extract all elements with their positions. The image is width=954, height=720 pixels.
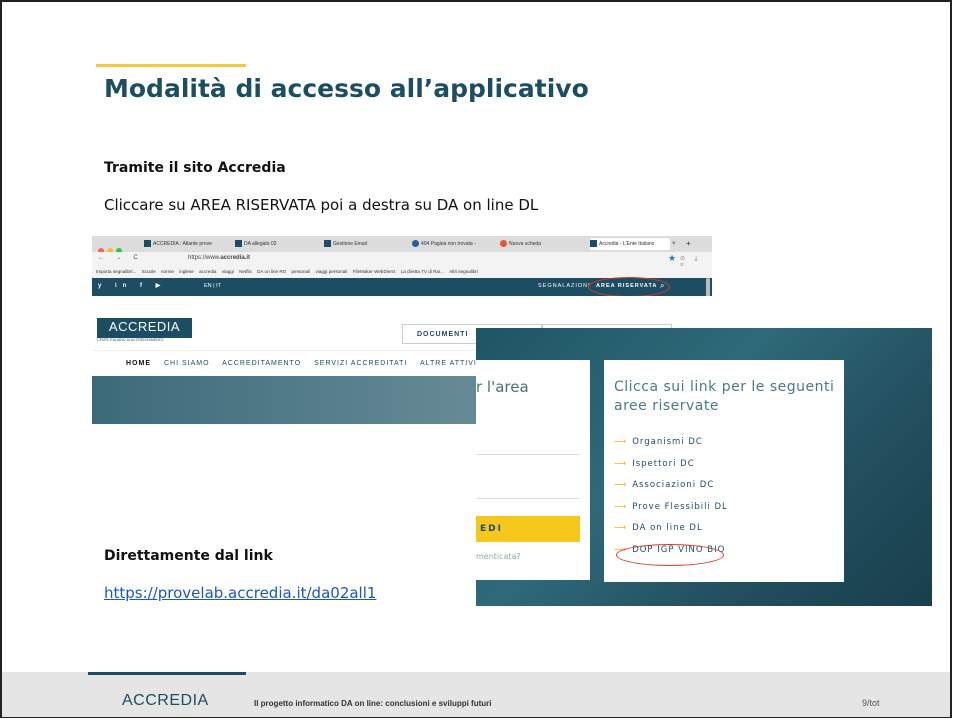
logo-subtitle: L'ENTE ITALIANO DI ACCREDITAMENTO [97,338,164,342]
bookmark-item[interactable]: viaggi [222,269,234,274]
arrow-right-icon: ⟶ [614,523,628,533]
browser-tab[interactable]: Nuova scheda [500,238,584,250]
bookmark-item[interactable]: Scuole [142,269,156,274]
arrow-right-icon: ⟶ [614,437,628,447]
site-top-bar: y in f ▶ EN | IT SEGNALAZIONI AREA RISER… [92,277,712,297]
footer-accent-line [88,672,246,675]
segnalazioni-link[interactable]: SEGNALAZIONI [538,283,591,289]
bookmark-item[interactable]: viaggi personali [315,269,347,274]
title-accent-line [96,64,246,67]
bookmark-item[interactable]: Netflix [239,269,252,274]
bookmark-item[interactable]: personali [292,269,311,274]
browser-tab[interactable]: 404 Pagina non trovata - [412,238,496,250]
browser-tab[interactable]: DA allegato 02 [235,238,319,250]
instruction-text: Cliccare su AREA RISERVATA poi a destra … [104,196,539,214]
search-icon[interactable]: ⌕ [660,281,664,291]
login-button[interactable]: EDI [476,516,580,542]
accredia-favicon-icon [235,240,242,248]
subheading-direct-link: Direttamente dal link [104,548,273,564]
accredia-favicon-icon [144,240,151,248]
login-panel: r l'area EDI menticata? [476,360,590,580]
reserved-link-da-online[interactable]: ⟶ DA on line DL [614,522,728,544]
bookmark-item[interactable]: FileMaker WebDirect [353,269,396,274]
direct-link[interactable]: https://provelab.accredia.it/da02all1 [104,584,376,602]
menu-item-home[interactable]: HOME [126,360,151,367]
menu-item-accreditamento[interactable]: ACCREDITAMENTO [222,360,301,367]
menu-item-servizi[interactable]: SERVIZI ACCREDITATI [314,360,407,367]
navigation-icons[interactable]: ← → C [98,255,143,261]
highlight-oval [588,277,670,297]
arrow-right-icon: ⟶ [614,480,628,490]
forgot-password-link[interactable]: menticata? [476,552,521,561]
accredia-favicon-icon [324,240,331,248]
browser-tab[interactable]: ACCREDIA : Atlante prove [144,238,222,250]
subheading-site: Tramite il sito Accredia [104,160,286,176]
area-riservata-screenshot: r l'area EDI menticata? Clicca sui link … [476,328,932,606]
reserved-link-organismi[interactable]: ⟶ Organismi DC [614,436,728,458]
bookmark-item[interactable]: Importa segnalibri... [96,269,136,274]
url-text[interactable]: https://www.accredia.it [188,255,250,261]
browser-tab[interactable]: Gestione Email [324,238,408,250]
new-tab-button[interactable]: + [686,238,696,250]
reserved-areas-heading: Clicca sui link per le seguenti aree ris… [614,379,835,414]
bookmark-item[interactable]: La diretta TV di Rai... [401,269,444,274]
reserved-areas-panel: Clicca sui link per le seguenti aree ris… [604,360,844,582]
input-line[interactable] [476,498,580,499]
bookmark-item[interactable]: Altri segnalibri [449,269,478,274]
arrow-right-icon: ⟶ [614,458,628,469]
input-line[interactable] [476,454,580,455]
login-panel-heading: r l'area [476,378,529,396]
slide: Modalità di accesso all’applicativo Tram… [0,0,952,718]
social-icons[interactable]: y in f ▶ [98,282,166,289]
bookmark-item[interactable]: norme [161,269,174,274]
reserved-link-associazioni[interactable]: ⟶ Associazioni DC [614,479,728,501]
firefox-icon [500,240,507,248]
menu-item-altre[interactable]: ALTRE ATTIVIT [420,360,482,367]
reserved-link-prove[interactable]: ⟶ Prove Flessibili DL [614,501,728,523]
bookmark-item[interactable]: accredia [199,269,216,274]
bookmark-star-icon[interactable]: ★ [668,253,676,264]
globe-icon [412,240,419,248]
accredia-logo[interactable]: ACCREDIA [97,318,192,338]
reserved-link-ispettori[interactable]: ⟶ Ispettori DC [614,458,728,480]
language-switch[interactable]: EN | IT [204,283,221,289]
bookmark-item[interactable]: DA on line RO [257,269,286,274]
menu-item-chi-siamo[interactable]: CHI SIAMO [164,360,210,367]
browser-tab-active[interactable]: Accredia - L'Ente Italiano [590,238,670,250]
page-number: 9/tot [862,698,880,708]
url-bar[interactable]: ← → C https://www.accredia.it ★ ⊙ ⤓ ≡ [92,252,712,269]
page-title: Modalità di accesso all’applicativo [104,74,589,103]
highlight-oval [616,544,724,566]
close-tab-icon[interactable]: × [672,238,680,250]
footer-logo: ACCREDIA [122,692,209,709]
bookmark-item[interactable]: inglese [179,269,194,274]
browser-tab-bar: ACCREDIA : Atlante prove DA allegato 02 … [92,236,712,254]
arrow-right-icon: ⟶ [614,501,628,512]
footer-text: Il progetto informatico DA on line: conc… [254,699,492,708]
accredia-favicon-icon [590,240,597,248]
